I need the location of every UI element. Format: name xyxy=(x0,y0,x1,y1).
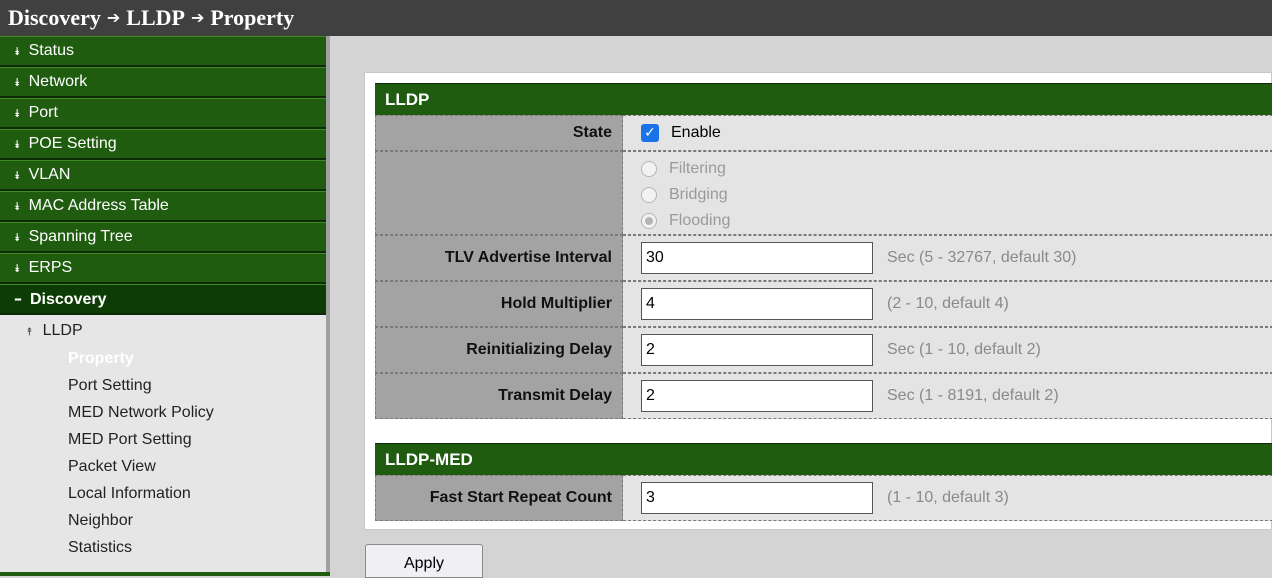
collapse-minus-icon: – xyxy=(14,289,22,308)
breadcrumb-lldp: LLDP xyxy=(126,5,185,30)
reinit-delay-label: Reinitializing Delay xyxy=(375,327,623,373)
reinit-delay-input[interactable] xyxy=(641,334,873,366)
sidebar-item-label: POE Setting xyxy=(28,135,117,152)
sidebar-item-discovery[interactable]: – Discovery xyxy=(0,284,326,315)
breadcrumb: Discovery ➔ LLDP ➔ Property xyxy=(0,0,1272,36)
radio-button[interactable] xyxy=(641,161,657,177)
reinit-delay-value-cell: Sec (1 - 10, default 2) xyxy=(623,327,1272,373)
breadcrumb-discovery: Discovery xyxy=(8,5,101,30)
double-chevron-down-icon: ⯯ xyxy=(14,169,21,182)
double-chevron-down-icon: ⯯ xyxy=(14,45,21,58)
hold-multiplier-hint: (2 - 10, default 4) xyxy=(887,295,1009,312)
transmit-delay-hint: Sec (1 - 8191, default 2) xyxy=(887,387,1059,404)
enable-checkbox[interactable]: ✓ xyxy=(641,124,659,142)
fast-start-input[interactable] xyxy=(641,482,873,514)
double-chevron-down-icon: ⯯ xyxy=(14,262,21,275)
submenu-item-statistics[interactable]: Statistics xyxy=(0,534,326,561)
transmit-delay-input[interactable] xyxy=(641,380,873,412)
submenu-item-med-port-setting[interactable]: MED Port Setting xyxy=(0,426,326,453)
frame-handling-row: Filtering Bridging Flooding xyxy=(375,151,1272,235)
submenu-item-med-network-policy[interactable]: MED Network Policy xyxy=(0,399,326,426)
sidebar: ⯯ Status ⯯ Network ⯯ Port ⯯ POE Setting ⯯ VLA… xyxy=(0,36,330,576)
sidebar-item-label: VLAN xyxy=(28,166,71,183)
sidebar-item-label: Discovery xyxy=(30,291,107,308)
double-chevron-down-icon: ⯯ xyxy=(14,138,21,151)
sidebar-item-mac-address-table[interactable]: ⯯ MAC Address Table xyxy=(0,191,326,222)
radio-option-filtering[interactable]: Filtering xyxy=(641,156,730,182)
sidebar-item-network[interactable]: ⯯ Network xyxy=(0,67,326,98)
radio-label: Flooding xyxy=(669,212,731,229)
sidebar-item-label: Network xyxy=(28,73,88,90)
double-chevron-down-icon: ⯯ xyxy=(14,107,21,120)
apply-button[interactable]: Apply xyxy=(365,544,483,578)
fast-start-value-cell: (1 - 10, default 3) xyxy=(623,475,1272,521)
fast-start-hint: (1 - 10, default 3) xyxy=(887,489,1009,506)
enable-label: Enable xyxy=(671,124,721,141)
sidebar-item-label: ERPS xyxy=(28,259,73,276)
sidebar-item-vlan[interactable]: ⯯ VLAN xyxy=(0,160,326,191)
tlv-interval-row: TLV Advertise Interval Sec (5 - 32767, d… xyxy=(375,235,1272,281)
fast-start-row: Fast Start Repeat Count (1 - 10, default… xyxy=(375,475,1272,521)
tlv-interval-label: TLV Advertise Interval xyxy=(375,235,623,281)
section-header-lldp-med: LLDP-MED xyxy=(375,443,1272,475)
state-row: State ✓ Enable xyxy=(375,115,1272,151)
reinit-delay-hint: Sec (1 - 10, default 2) xyxy=(887,341,1041,358)
submenu-item-port-setting[interactable]: Port Setting xyxy=(0,372,326,399)
tlv-interval-input[interactable] xyxy=(641,242,873,274)
frame-handling-value-cell: Filtering Bridging Flooding xyxy=(623,151,1272,235)
tlv-interval-value-cell: Sec (5 - 32767, default 30) xyxy=(623,235,1272,281)
sidebar-item-label: MAC Address Table xyxy=(28,197,169,214)
radio-option-flooding[interactable]: Flooding xyxy=(641,208,730,234)
sidebar-item-label: Status xyxy=(28,42,74,59)
double-chevron-down-icon: ⯯ xyxy=(14,231,21,244)
submenu-parent-lldp[interactable]: ⯭ LLDP xyxy=(0,319,326,345)
radio-button-selected[interactable] xyxy=(641,213,657,229)
radio-label: Filtering xyxy=(669,160,726,177)
transmit-delay-value-cell: Sec (1 - 8191, default 2) xyxy=(623,373,1272,419)
sidebar-item-port[interactable]: ⯯ Port xyxy=(0,98,326,129)
state-value-cell: ✓ Enable xyxy=(623,115,1272,151)
sidebar-item-label: Port xyxy=(28,104,58,121)
sidebar-bottom-bar xyxy=(0,572,330,576)
frame-handling-radio-group: Filtering Bridging Flooding xyxy=(641,152,730,234)
frame-handling-label xyxy=(375,151,623,235)
fast-start-label: Fast Start Repeat Count xyxy=(375,475,623,521)
hold-multiplier-value-cell: (2 - 10, default 4) xyxy=(623,281,1272,327)
double-chevron-up-icon: ⯭ xyxy=(26,325,33,338)
sidebar-item-status[interactable]: ⯯ Status xyxy=(0,36,326,67)
radio-label: Bridging xyxy=(669,186,728,203)
hold-multiplier-label: Hold Multiplier xyxy=(375,281,623,327)
submenu-item-local-information[interactable]: Local Information xyxy=(0,480,326,507)
submenu-item-property[interactable]: Property xyxy=(0,345,326,372)
radio-option-bridging[interactable]: Bridging xyxy=(641,182,730,208)
radio-button[interactable] xyxy=(641,187,657,203)
sidebar-item-label: Spanning Tree xyxy=(28,228,133,245)
sidebar-item-spanning-tree[interactable]: ⯯ Spanning Tree xyxy=(0,222,326,253)
reinit-delay-row: Reinitializing Delay Sec (1 - 10, defaul… xyxy=(375,327,1272,373)
double-chevron-down-icon: ⯯ xyxy=(14,200,21,213)
section-header-lldp: LLDP xyxy=(375,83,1272,115)
tlv-interval-hint: Sec (5 - 32767, default 30) xyxy=(887,249,1077,266)
double-chevron-down-icon: ⯯ xyxy=(14,76,21,89)
sidebar-item-poe-setting[interactable]: ⯯ POE Setting xyxy=(0,129,326,160)
breadcrumb-property: Property xyxy=(210,5,295,30)
settings-panel: LLDP State ✓ Enable Filtering Bridging F… xyxy=(364,72,1272,530)
arrow-right-icon: ➔ xyxy=(106,8,121,27)
submenu-parent-label: LLDP xyxy=(42,322,83,339)
hold-multiplier-row: Hold Multiplier (2 - 10, default 4) xyxy=(375,281,1272,327)
submenu-item-neighbor[interactable]: Neighbor xyxy=(0,507,326,534)
hold-multiplier-input[interactable] xyxy=(641,288,873,320)
sidebar-item-erps[interactable]: ⯯ ERPS xyxy=(0,253,326,284)
discovery-submenu: ⯭ LLDP Property Port Setting MED Network … xyxy=(0,315,326,561)
submenu-item-packet-view[interactable]: Packet View xyxy=(0,453,326,480)
transmit-delay-label: Transmit Delay xyxy=(375,373,623,419)
transmit-delay-row: Transmit Delay Sec (1 - 8191, default 2) xyxy=(375,373,1272,419)
arrow-right-icon: ➔ xyxy=(190,8,205,27)
state-label: State xyxy=(375,115,623,151)
